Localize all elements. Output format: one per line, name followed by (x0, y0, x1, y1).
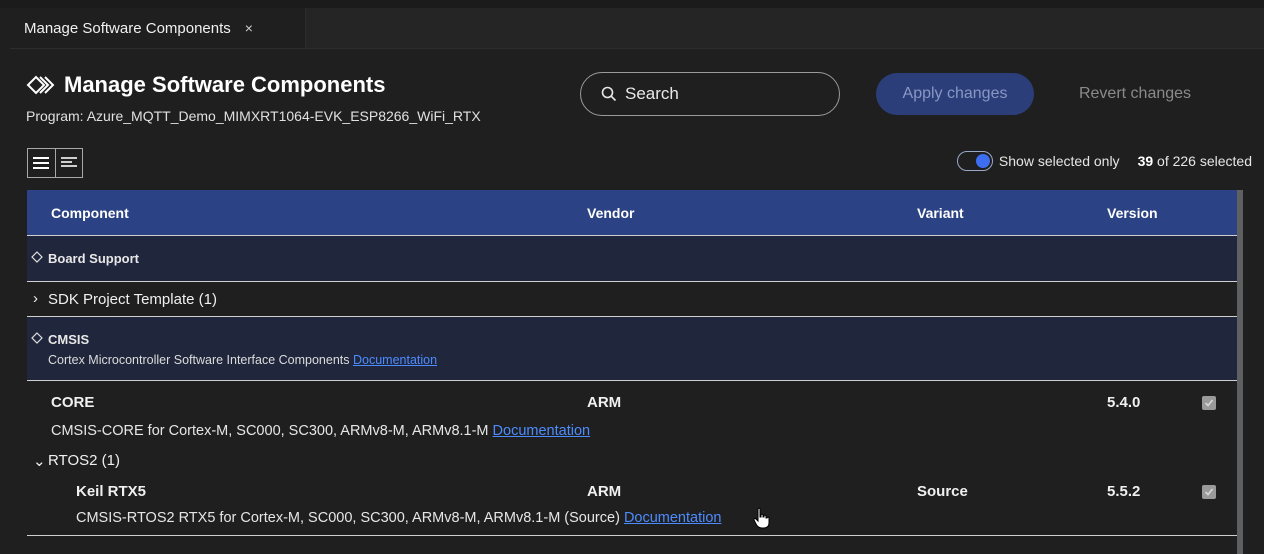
component-vendor: ARM (587, 394, 622, 411)
group-label: CMSIS (48, 332, 90, 347)
chevron-right-icon[interactable]: › (33, 290, 38, 307)
group-row-board-support[interactable]: Board Support (27, 235, 1243, 282)
component-name: Keil RTX5 (76, 483, 147, 500)
component-description: CMSIS-CORE for Cortex-M, SC000, SC300, A… (51, 423, 590, 439)
components-icon (26, 75, 55, 95)
column-component[interactable]: Component (51, 205, 129, 221)
hand-cursor-icon (753, 507, 770, 529)
selection-controls: Show selected only 39 of 226 selected (956, 151, 1252, 171)
column-version[interactable]: Version (1107, 205, 1158, 221)
component-vendor: ARM (587, 483, 622, 500)
tree-row-rtos2[interactable]: ⌄ RTOS2 (1) (27, 446, 1243, 476)
group-description: Cortex Microcontroller Software Interfac… (48, 353, 437, 367)
component-description: CMSIS-RTOS2 RTX5 for Cortex-M, SC000, SC… (76, 510, 721, 526)
compact-view-icon[interactable] (54, 149, 83, 177)
selected-total: of 226 selected (1157, 153, 1252, 169)
program-label: Program: Azure_MQTT_Demo_MIMXRT1064-EVK_… (26, 108, 481, 124)
table-header: Component Vendor Variant Version (27, 190, 1243, 235)
selected-count: 39 (1137, 153, 1154, 169)
documentation-link[interactable]: Documentation (493, 423, 591, 439)
page-header: Manage Software Components (26, 72, 385, 98)
list-view-icon[interactable] (28, 149, 55, 177)
group-label: Board Support (48, 251, 139, 266)
diamond-icon (31, 251, 43, 263)
search-input[interactable]: Search (580, 72, 840, 116)
description-text: CMSIS-CORE for Cortex-M, SC000, SC300, A… (51, 423, 489, 439)
tab-label: Manage Software Components (24, 19, 231, 37)
component-name: CORE (51, 394, 95, 411)
checkbox-icon[interactable] (1202, 485, 1216, 499)
column-variant[interactable]: Variant (917, 205, 964, 221)
table-scrollbar[interactable] (1237, 190, 1243, 554)
close-icon[interactable]: × (245, 20, 253, 36)
description-text: CMSIS-RTOS2 RTX5 for Cortex-M, SC000, SC… (76, 510, 620, 526)
chevron-down-icon[interactable]: ⌄ (33, 452, 46, 470)
window-top-bar (0, 0, 1264, 8)
show-selected-toggle[interactable] (956, 151, 993, 171)
documentation-link[interactable]: Documentation (353, 353, 437, 367)
selected-count-text: 39 of 226 selected (1138, 153, 1252, 169)
documentation-link[interactable]: Documentation (624, 510, 722, 526)
editor-tabstrip: Manage Software Components × (10, 8, 1264, 49)
description-text: Cortex Microcontroller Software Interfac… (48, 353, 350, 367)
diamond-icon (31, 332, 43, 344)
component-version: 5.4.0 (1107, 394, 1141, 411)
group-row-cmsis[interactable]: CMSIS Cortex Microcontroller Software In… (27, 317, 1243, 381)
component-row-keil-rtx5[interactable]: Keil RTX5 ARM Source 5.5.2 CMSIS-RTOS2 R… (27, 476, 1243, 536)
checkbox-icon[interactable] (1202, 396, 1216, 410)
revert-changes-button[interactable]: Revert changes (1060, 73, 1210, 115)
component-variant: Source (917, 483, 968, 500)
column-vendor[interactable]: Vendor (587, 205, 634, 221)
view-mode-toggle (27, 148, 83, 178)
tree-row-sdk-project-template[interactable]: › SDK Project Template (1) (27, 282, 1243, 317)
page-title: Manage Software Components (64, 72, 386, 97)
search-placeholder: Search (625, 84, 679, 103)
component-row-core[interactable]: CORE ARM 5.4.0 CMSIS-CORE for Cortex-M, … (27, 381, 1243, 446)
tree-row-label: RTOS2 (1) (48, 452, 120, 469)
apply-changes-button[interactable]: Apply changes (876, 73, 1034, 115)
tree-row-label: SDK Project Template (1) (48, 291, 217, 308)
tab-manage-software-components[interactable]: Manage Software Components × (10, 8, 306, 48)
toggle-knob (975, 154, 990, 168)
show-selected-label: Show selected only (998, 153, 1120, 169)
search-icon (601, 86, 617, 102)
component-version: 5.5.2 (1107, 483, 1141, 500)
components-table: Component Vendor Variant Version Board S… (27, 190, 1243, 554)
